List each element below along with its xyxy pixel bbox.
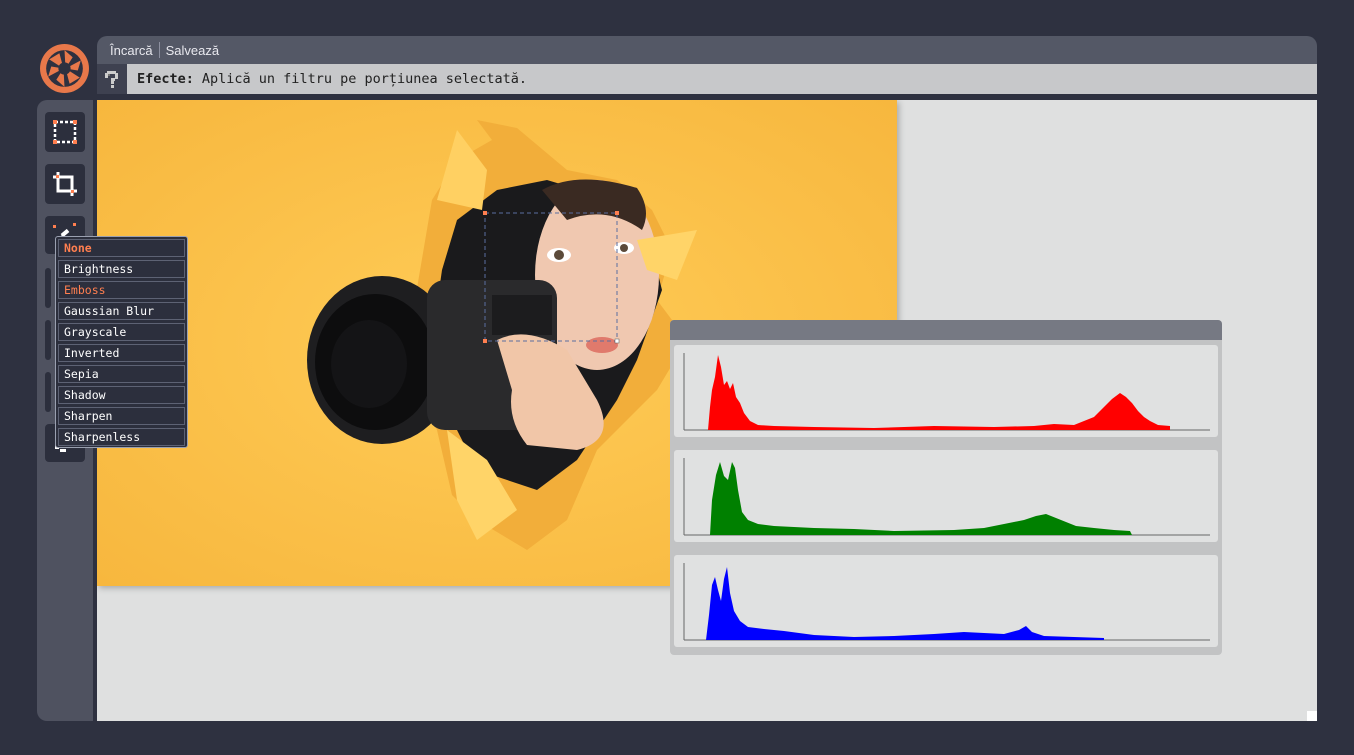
effect-option-none[interactable]: None xyxy=(58,239,185,257)
tool-4[interactable] xyxy=(45,268,51,308)
aperture-logo-icon xyxy=(40,44,89,93)
info-text: Aplică un filtru pe porțiunea selectată. xyxy=(201,71,528,87)
effect-option-emboss[interactable]: Emboss xyxy=(58,281,185,299)
effect-option-gaussian-blur[interactable]: Gaussian Blur xyxy=(58,302,185,320)
resize-handle[interactable] xyxy=(1307,711,1317,721)
effect-option-grayscale[interactable]: Grayscale xyxy=(58,323,185,341)
effect-option-brightness[interactable]: Brightness xyxy=(58,260,185,278)
help-question-icon[interactable] xyxy=(97,64,127,94)
effect-option-sharpen[interactable]: Sharpen xyxy=(58,407,185,425)
histogram-window xyxy=(670,320,1222,655)
crop-icon xyxy=(53,172,77,196)
menu-bar: Încarcă Salvează xyxy=(97,36,1317,64)
effects-dropdown: None Brightness Emboss Gaussian Blur Gra… xyxy=(55,236,188,448)
save-menu-item[interactable]: Salvează xyxy=(166,43,225,58)
info-title: Efecte: xyxy=(137,71,194,87)
effect-option-inverted[interactable]: Inverted xyxy=(58,344,185,362)
menu-divider xyxy=(158,42,160,58)
histogram-blue-bars xyxy=(706,567,1104,640)
info-bar: Efecte: Aplică un filtru pe porțiunea se… xyxy=(97,64,1317,94)
effect-option-sepia[interactable]: Sepia xyxy=(58,365,185,383)
histogram-titlebar[interactable] xyxy=(670,320,1222,340)
crop-tool[interactable] xyxy=(45,164,85,204)
effect-option-shadow[interactable]: Shadow xyxy=(58,386,185,404)
effect-option-sharpenless[interactable]: Sharpenless xyxy=(58,428,185,446)
histogram-green-bars xyxy=(710,462,1132,535)
histogram-green-chart xyxy=(683,458,1210,536)
tool-6[interactable] xyxy=(45,372,51,412)
histogram-blue-panel xyxy=(674,555,1218,647)
histogram-green-panel xyxy=(674,450,1218,542)
histogram-red-bars xyxy=(708,355,1170,430)
selection-marquee-icon xyxy=(53,120,77,144)
histogram-blue-chart xyxy=(683,563,1210,641)
load-menu-item[interactable]: Încarcă xyxy=(110,43,159,58)
tool-5[interactable] xyxy=(45,320,51,360)
histogram-red-panel xyxy=(674,345,1218,437)
histogram-red-chart xyxy=(683,353,1210,431)
select-tool[interactable] xyxy=(45,112,85,152)
